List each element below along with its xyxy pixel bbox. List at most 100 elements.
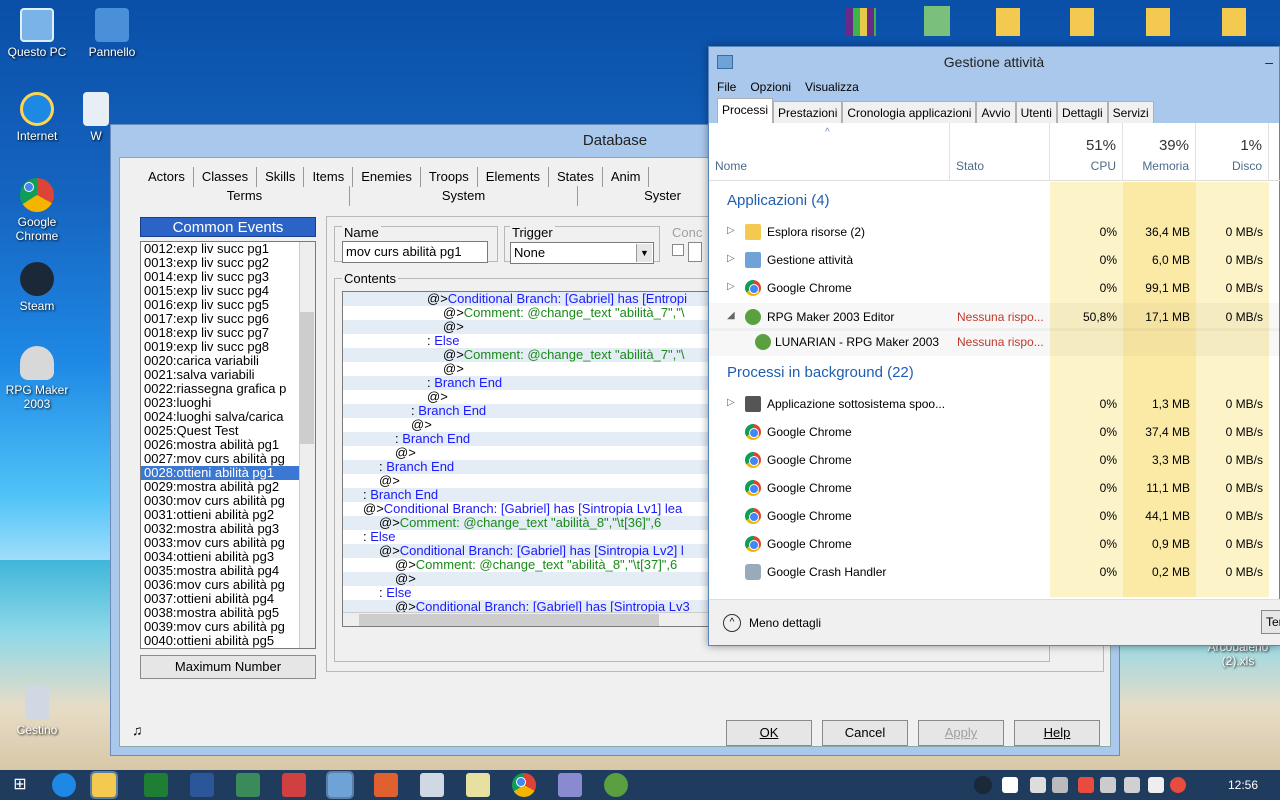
app-icon[interactable]: [374, 773, 398, 797]
col-disk-header[interactable]: 1% Disco: [1196, 123, 1269, 181]
maximum-number-button[interactable]: Maximum Number: [140, 655, 316, 679]
desktop-icon-steam[interactable]: Steam: [1, 262, 73, 313]
expand-icon[interactable]: ▷: [727, 281, 735, 292]
menu-file[interactable]: File: [717, 77, 736, 97]
list-item[interactable]: 0039:mov curs abilità pg: [141, 620, 299, 634]
taskbar-clock[interactable]: 12:56: [1228, 778, 1258, 792]
scrollbar-thumb[interactable]: [359, 614, 659, 626]
tray-icon[interactable]: [1030, 777, 1046, 793]
collapse-icon[interactable]: ◢: [727, 310, 735, 321]
list-item[interactable]: 0033:mov curs abilità pg: [141, 536, 299, 550]
tab-system[interactable]: System: [350, 186, 578, 206]
rpgmaker-icon[interactable]: [604, 773, 628, 797]
tray-icon[interactable]: [1100, 777, 1116, 793]
col-name-header[interactable]: ^ Nome: [709, 123, 950, 181]
list-item[interactable]: 0025:Quest Test: [141, 424, 299, 438]
list-item[interactable]: 0013:exp liv succ pg2: [141, 256, 299, 270]
tab-enemies[interactable]: Enemies: [353, 167, 421, 187]
common-events-list[interactable]: 0012:exp liv succ pg1 0013:exp liv succ p…: [140, 241, 316, 649]
list-item[interactable]: 0040:ottieni abilità pg5: [141, 634, 299, 648]
volume-muted-icon[interactable]: [1170, 777, 1186, 793]
list-item[interactable]: 0024:luoghi salva/carica: [141, 410, 299, 424]
tab-classes[interactable]: Classes: [194, 167, 258, 187]
desktop-icon-internet[interactable]: Internet: [1, 92, 73, 143]
list-item[interactable]: 0012:exp liv succ pg1: [141, 242, 299, 256]
notepad-icon[interactable]: [466, 773, 490, 797]
list-item[interactable]: 0034:ottieni abilità pg3: [141, 550, 299, 564]
ok-button[interactable]: OK: [726, 720, 812, 746]
chevron-up-icon[interactable]: ^: [723, 614, 741, 632]
list-item[interactable]: 0032:mostra abilità pg3: [141, 522, 299, 536]
music-note-icon[interactable]: ♫: [132, 722, 143, 738]
signal-icon[interactable]: [1148, 777, 1164, 793]
desktop-icon-chrome[interactable]: Google Chrome: [1, 178, 73, 243]
menu-visualizza[interactable]: Visualizza: [805, 77, 859, 97]
tm-tab-prestazioni[interactable]: Prestazioni: [773, 101, 843, 123]
condition-checkbox[interactable]: [672, 244, 684, 256]
process-row[interactable]: ▷ Gestione attività 0% 6,0 MB 0 MB/s: [709, 246, 1280, 274]
minimize-icon[interactable]: –: [1265, 47, 1273, 77]
expand-icon[interactable]: ▷: [727, 253, 735, 264]
tab-states[interactable]: States: [549, 167, 603, 187]
steam-tray-icon[interactable]: [974, 776, 992, 794]
list-item[interactable]: 0014:exp liv succ pg3: [141, 270, 299, 284]
excel-icon[interactable]: [144, 773, 168, 797]
process-row[interactable]: Google Crash Handler 0% 0,2 MB 0 MB/s: [709, 558, 1280, 586]
col-memory-header[interactable]: 39% Memoria: [1123, 123, 1196, 181]
tab-elements[interactable]: Elements: [478, 167, 549, 187]
list-item[interactable]: 0020:carica variabili: [141, 354, 299, 368]
tab-troops[interactable]: Troops: [421, 167, 478, 187]
chevron-down-icon[interactable]: ▼: [636, 244, 652, 262]
process-row[interactable]: ◢ RPG Maker 2003 Editor Nessuna rispo... 50…: [709, 303, 1280, 331]
tab-items[interactable]: Items: [304, 167, 354, 187]
folder-icon[interactable]: [996, 8, 1020, 36]
file-explorer-icon[interactable]: [90, 771, 118, 799]
process-row[interactable]: Google Chrome 0% 44,1 MB 0 MB/s: [709, 502, 1280, 530]
app-icon[interactable]: [558, 773, 582, 797]
trigger-select[interactable]: None ▼: [510, 242, 654, 264]
desktop-icon-pannello[interactable]: Pannello: [76, 8, 148, 59]
tm-tab-avvio[interactable]: Avvio: [976, 101, 1016, 123]
process-row[interactable]: ▷ Applicazione sottosistema spoo... 0% 1,3 …: [709, 390, 1280, 418]
start-button[interactable]: ⊞: [8, 773, 32, 797]
folder-icon[interactable]: [1222, 8, 1246, 36]
end-task-button[interactable]: Ter: [1261, 610, 1280, 634]
tm-tab-dettagli[interactable]: Dettagli: [1056, 101, 1108, 123]
list-item[interactable]: 0023:luoghi: [141, 396, 299, 410]
tab-actors[interactable]: Actors: [140, 167, 194, 187]
desktop-file-icon[interactable]: [846, 8, 876, 36]
tray-icon[interactable]: [1052, 777, 1068, 793]
list-item[interactable]: 0027:mov curs abilità pg: [141, 452, 299, 466]
apply-button[interactable]: Apply: [918, 720, 1004, 746]
chrome-icon[interactable]: [512, 773, 536, 797]
list-item[interactable]: 0036:mov curs abilità pg: [141, 578, 299, 592]
menu-opzioni[interactable]: Opzioni: [750, 77, 791, 97]
list-item[interactable]: 0019:exp liv succ pg8: [141, 340, 299, 354]
list-item[interactable]: 0028:ottieni abilità pg1: [141, 466, 299, 480]
list-item[interactable]: 0021:salva variabili: [141, 368, 299, 382]
process-row[interactable]: Google Chrome 0% 3,3 MB 0 MB/s: [709, 446, 1280, 474]
list-item[interactable]: 0022:riassegna grafica p: [141, 382, 299, 396]
folder-icon[interactable]: [1146, 8, 1170, 36]
tab-anim[interactable]: Anim: [603, 167, 650, 187]
name-input[interactable]: mov curs abilità pg1: [342, 241, 488, 263]
help-button[interactable]: Help: [1014, 720, 1100, 746]
scrollbar-thumb[interactable]: [300, 312, 314, 444]
list-item[interactable]: 0017:exp liv succ pg6: [141, 312, 299, 326]
eraser-icon[interactable]: [282, 773, 306, 797]
list-item[interactable]: 0035:mostra abilità pg4: [141, 564, 299, 578]
list-scrollbar[interactable]: [299, 242, 315, 648]
list-item[interactable]: 0038:mostra abilità pg5: [141, 606, 299, 620]
process-row[interactable]: Google Chrome 0% 11,1 MB 0 MB/s: [709, 474, 1280, 502]
tm-tab-processi[interactable]: Processi: [717, 98, 774, 123]
expand-icon[interactable]: ▷: [727, 397, 735, 408]
folder-icon[interactable]: [1070, 8, 1094, 36]
list-item[interactable]: 0029:mostra abilità pg2: [141, 480, 299, 494]
tab-terms[interactable]: Terms: [140, 186, 350, 206]
list-item[interactable]: 0030:mov curs abilità pg: [141, 494, 299, 508]
process-row[interactable]: ▷ Esplora risorse (2) 0% 36,4 MB 0 MB/s: [709, 218, 1280, 246]
list-item[interactable]: 0037:ottieni abilità pg4: [141, 592, 299, 606]
process-row[interactable]: Google Chrome 0% 37,4 MB 0 MB/s: [709, 418, 1280, 446]
tray-icon[interactable]: [1078, 777, 1094, 793]
list-item[interactable]: 0026:mostra abilità pg1: [141, 438, 299, 452]
